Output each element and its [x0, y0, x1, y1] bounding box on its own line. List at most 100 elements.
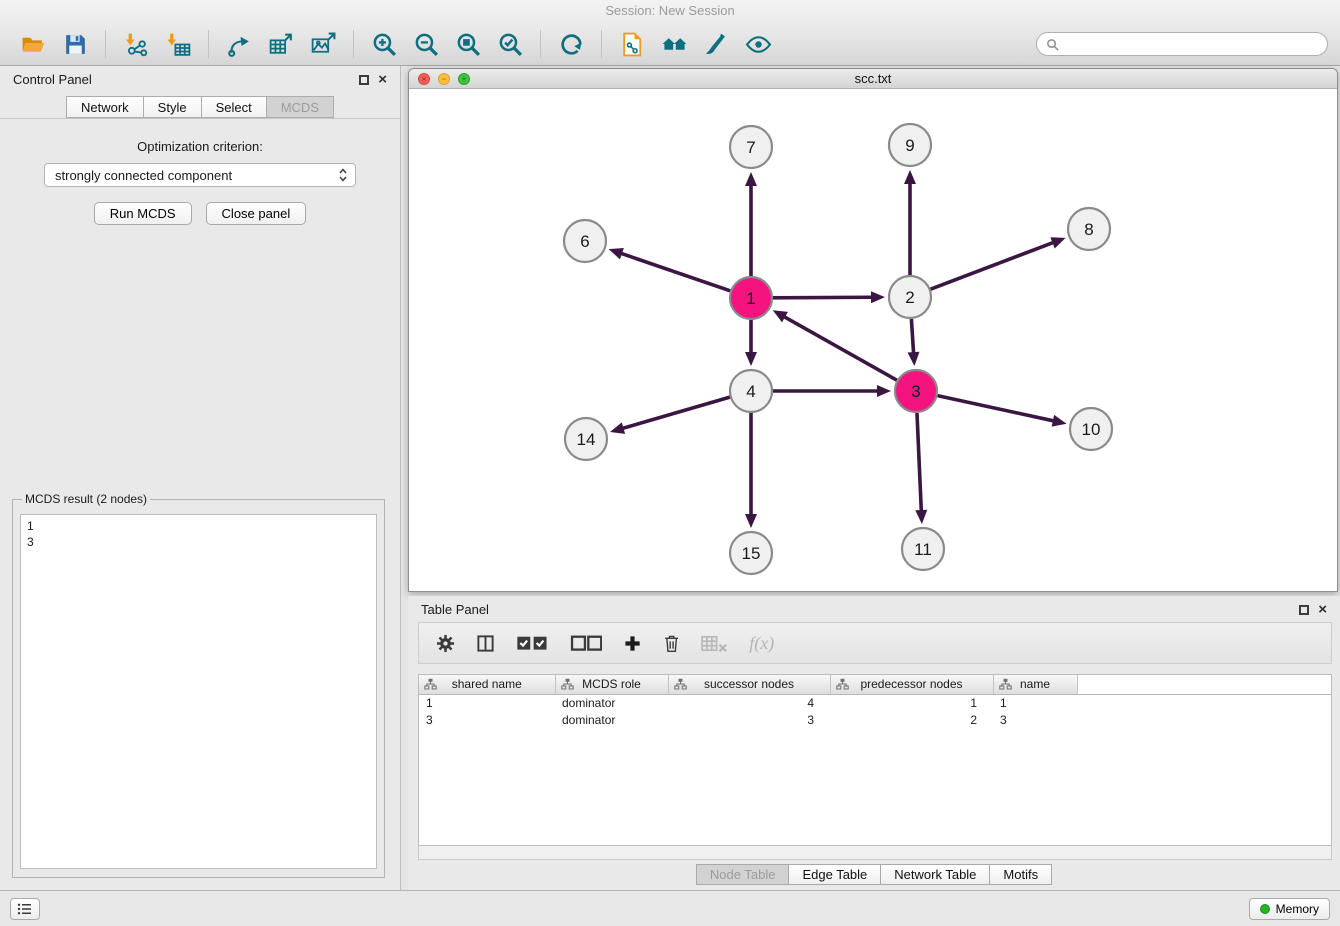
tab-network-table[interactable]: Network Table: [881, 864, 990, 885]
table-row[interactable]: 3dominator323: [419, 711, 1331, 728]
table-cell[interactable]: 3: [993, 711, 1077, 728]
search-input[interactable]: [1065, 37, 1318, 52]
export-network-button[interactable]: [221, 26, 257, 62]
tab-motifs[interactable]: Motifs: [990, 864, 1052, 885]
unselect-all-rows-button[interactable]: [570, 630, 603, 656]
mcds-result-title: MCDS result (2 nodes): [22, 492, 150, 506]
column-header-predecessor-nodes[interactable]: predecessor nodes: [830, 675, 993, 694]
mcds-result-box: MCDS result (2 nodes) 13: [12, 492, 385, 878]
delete-row-button[interactable]: [663, 630, 680, 656]
float-panel-icon[interactable]: [359, 75, 369, 85]
column-header-mcds-role[interactable]: MCDS role: [555, 675, 668, 694]
table-cell[interactable]: 4: [668, 694, 830, 711]
mcds-result-list[interactable]: 13: [20, 514, 377, 869]
table-horizontal-scrollbar[interactable]: [418, 846, 1332, 860]
save-session-button[interactable]: [57, 26, 93, 62]
table-cell[interactable]: 2: [830, 711, 993, 728]
new-network-from-selection-button[interactable]: [614, 26, 650, 62]
graph-edge-1-2[interactable]: [773, 297, 872, 298]
column-settings-icon: [436, 634, 455, 653]
graph-edge-arrowhead: [1052, 415, 1067, 427]
graph-edge-1-6[interactable]: [621, 253, 730, 291]
main-toolbar: [0, 22, 1340, 66]
column-header-successor-nodes[interactable]: successor nodes: [668, 675, 830, 694]
open-file-button[interactable]: [15, 26, 51, 62]
table-row[interactable]: 1dominator411: [419, 694, 1331, 711]
table-cell[interactable]: 1: [419, 694, 555, 711]
apply-style-button[interactable]: [698, 26, 734, 62]
optimization-dropdown-value: strongly connected component: [55, 168, 232, 183]
control-panel-tabs: NetworkStyleSelectMCDS: [0, 93, 400, 119]
export-image-button[interactable]: [305, 26, 341, 62]
float-table-panel-icon[interactable]: [1299, 605, 1309, 615]
optimization-dropdown[interactable]: strongly connected component: [44, 163, 356, 187]
graph-edge-4-14[interactable]: [622, 397, 729, 428]
zoom-in-button[interactable]: [366, 26, 402, 62]
network-view[interactable]: 7968124314101511: [409, 89, 1337, 591]
table-cell[interactable]: dominator: [555, 711, 668, 728]
tab-select[interactable]: Select: [201, 96, 266, 118]
list-icon: [17, 902, 33, 916]
tab-edge-table[interactable]: Edge Table: [789, 864, 881, 885]
delete-table-button: [701, 630, 728, 656]
tab-node-table[interactable]: Node Table: [696, 864, 790, 885]
tab-mcds[interactable]: MCDS: [266, 96, 334, 118]
import-network-button[interactable]: [118, 26, 154, 62]
graph-edge-arrowhead: [1050, 237, 1065, 248]
traffic-lights: × − +: [418, 73, 470, 85]
graph-edge-3-1[interactable]: [784, 317, 897, 381]
add-row-button[interactable]: [623, 630, 642, 656]
zoom-window-button[interactable]: +: [458, 73, 470, 85]
table-cell[interactable]: dominator: [555, 694, 668, 711]
search-box[interactable]: [1036, 32, 1328, 56]
apply-layout-button[interactable]: [553, 26, 589, 62]
import-table-button[interactable]: [160, 26, 196, 62]
graph-edge-2-3[interactable]: [911, 319, 913, 353]
table-cell[interactable]: 3: [419, 711, 555, 728]
graph-edge-arrowhead: [745, 514, 757, 528]
column-type-icon: [561, 678, 574, 690]
table-cell[interactable]: 3: [668, 711, 830, 728]
close-window-button[interactable]: ×: [418, 73, 430, 85]
show-graphics-details-button[interactable]: [740, 26, 776, 62]
column-settings-button[interactable]: [436, 630, 455, 656]
show-hide-columns-button[interactable]: [476, 630, 495, 656]
table-cell[interactable]: 1: [993, 694, 1077, 711]
close-table-panel-icon[interactable]: ×: [1318, 605, 1327, 615]
export-table-button[interactable]: [263, 26, 299, 62]
table-cell-filler: [1077, 694, 1331, 711]
network-window-titlebar[interactable]: × − + scc.txt: [409, 69, 1337, 89]
table-cell[interactable]: 1: [830, 694, 993, 711]
network-home-button[interactable]: [656, 26, 692, 62]
graph-edge-arrowhead: [877, 385, 891, 397]
graph-edge-arrowhead: [745, 172, 757, 186]
close-panel-icon[interactable]: ×: [378, 75, 387, 85]
column-header-filler: [1077, 675, 1331, 694]
graph-edge-3-10[interactable]: [937, 396, 1053, 421]
search-icon: [1046, 38, 1059, 51]
run-mcds-button[interactable]: Run MCDS: [94, 202, 192, 225]
memory-button[interactable]: Memory: [1249, 898, 1330, 920]
graph-node-label: 10: [1082, 420, 1101, 439]
graph-edge-3-11[interactable]: [917, 413, 921, 511]
graph-edge-2-8[interactable]: [931, 242, 1054, 289]
select-all-rows-button[interactable]: [516, 630, 549, 656]
zoom-fit-button[interactable]: [450, 26, 486, 62]
zoom-out-button[interactable]: [408, 26, 444, 62]
close-panel-button[interactable]: Close panel: [206, 202, 307, 225]
memory-label: Memory: [1276, 902, 1319, 916]
window-title: Session: New Session: [605, 3, 734, 18]
optimization-criterion-label: Optimization criterion:: [0, 139, 400, 154]
toolbar-separator: [105, 30, 106, 58]
tab-style[interactable]: Style: [143, 96, 201, 118]
node-table: shared nameMCDS rolesuccessor nodesprede…: [418, 674, 1332, 846]
zoom-selected-button[interactable]: [492, 26, 528, 62]
column-header-label: predecessor nodes: [831, 677, 993, 691]
column-header-name[interactable]: name: [993, 675, 1077, 694]
tab-network[interactable]: Network: [66, 96, 143, 118]
minimize-window-button[interactable]: −: [438, 73, 450, 85]
column-header-shared-name[interactable]: shared name: [419, 675, 555, 694]
task-history-button[interactable]: [10, 898, 40, 920]
show-hide-columns-icon: [476, 634, 495, 653]
apply-style-icon: [703, 31, 730, 58]
